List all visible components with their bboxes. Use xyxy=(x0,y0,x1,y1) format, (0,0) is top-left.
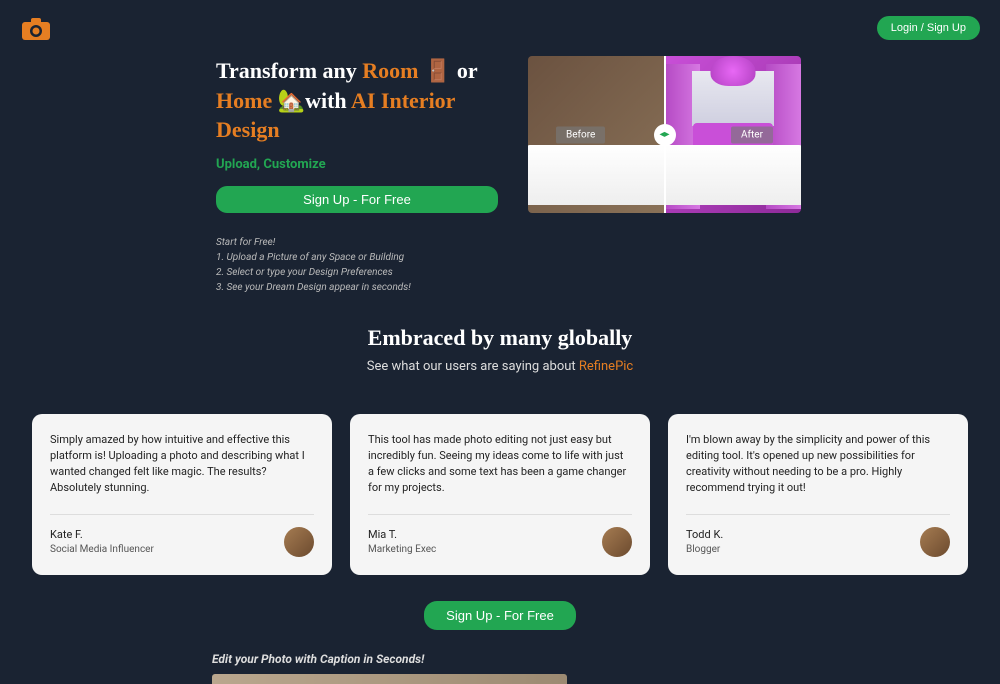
compare-arrows-icon: ◂▸ xyxy=(659,129,669,140)
testimonials-row: Simply amazed by how intuitive and effec… xyxy=(0,414,1000,575)
testimonial-card: I'm blown away by the simplicity and pow… xyxy=(668,414,968,575)
edit-section-preview xyxy=(212,674,567,684)
testimonial-text: I'm blown away by the simplicity and pow… xyxy=(686,432,950,496)
testimonial-role: Blogger xyxy=(686,544,723,555)
h1-text: Transform any xyxy=(216,58,362,83)
bed-illustration xyxy=(528,145,666,205)
testimonial-card: This tool has made photo editing not jus… xyxy=(350,414,650,575)
testimonial-text: This tool has made photo editing not jus… xyxy=(368,432,632,496)
signup-button-mid[interactable]: Sign Up - For Free xyxy=(424,601,576,630)
testimonial-footer: Mia T. Marketing Exec xyxy=(368,527,632,557)
testimonials-subtitle: See what our users are saying about Refi… xyxy=(0,359,1000,374)
h1-or: or xyxy=(451,58,477,83)
testimonial-name: Mia T. xyxy=(368,528,436,541)
step-3: 3. See your Dream Design appear in secon… xyxy=(216,280,498,295)
testimonial-footer: Kate F. Social Media Influencer xyxy=(50,527,314,557)
divider xyxy=(50,514,314,515)
hero-steps: Start for Free! 1. Upload a Picture of a… xyxy=(216,235,498,295)
step-2: 2. Select or type your Design Preference… xyxy=(216,265,498,280)
testimonial-role: Social Media Influencer xyxy=(50,544,154,555)
avatar xyxy=(920,527,950,557)
testimonials-title: Embraced by many globally xyxy=(0,325,1000,351)
h1-with: with xyxy=(305,88,351,113)
testimonial-name: Todd K. xyxy=(686,528,723,541)
logo[interactable] xyxy=(20,14,52,42)
edit-section-title: Edit your Photo with Caption in Seconds! xyxy=(212,652,1000,666)
divider xyxy=(368,514,632,515)
before-label: Before xyxy=(556,126,605,143)
avatar xyxy=(602,527,632,557)
h1-room: Room 🚪 xyxy=(362,58,451,83)
header: Login / Sign Up xyxy=(0,0,1000,56)
testimonial-name: Kate F. xyxy=(50,528,154,541)
after-label: After xyxy=(731,126,773,143)
testimonial-footer: Todd K. Blogger xyxy=(686,527,950,557)
sub-prefix: See what our users are saying about xyxy=(367,359,579,374)
bed-illustration xyxy=(663,145,801,205)
hero-text: Transform any Room 🚪 or Home 🏡with AI In… xyxy=(216,56,498,295)
brand-name: RefinePic xyxy=(579,359,633,374)
hero-section: Transform any Room 🚪 or Home 🏡with AI In… xyxy=(0,56,1000,295)
divider xyxy=(686,514,950,515)
step-1: 1. Upload a Picture of any Space or Buil… xyxy=(216,250,498,265)
testimonial-text: Simply amazed by how intuitive and effec… xyxy=(50,432,314,496)
testimonial-role: Marketing Exec xyxy=(368,544,436,555)
lampshade xyxy=(710,56,755,86)
signup-button-hero[interactable]: Sign Up - For Free xyxy=(216,186,498,213)
compare-handle[interactable]: ◂▸ xyxy=(654,124,676,146)
login-signup-button[interactable]: Login / Sign Up xyxy=(877,16,980,40)
before-after-slider[interactable]: Before After ◂▸ xyxy=(528,56,801,213)
h1-home: Home 🏡 xyxy=(216,88,305,113)
hero-heading: Transform any Room 🚪 or Home 🏡with AI In… xyxy=(216,56,498,145)
hero-subheading: Upload, Customize xyxy=(216,157,498,172)
avatar xyxy=(284,527,314,557)
testimonial-card: Simply amazed by how intuitive and effec… xyxy=(32,414,332,575)
steps-title: Start for Free! xyxy=(216,235,498,250)
